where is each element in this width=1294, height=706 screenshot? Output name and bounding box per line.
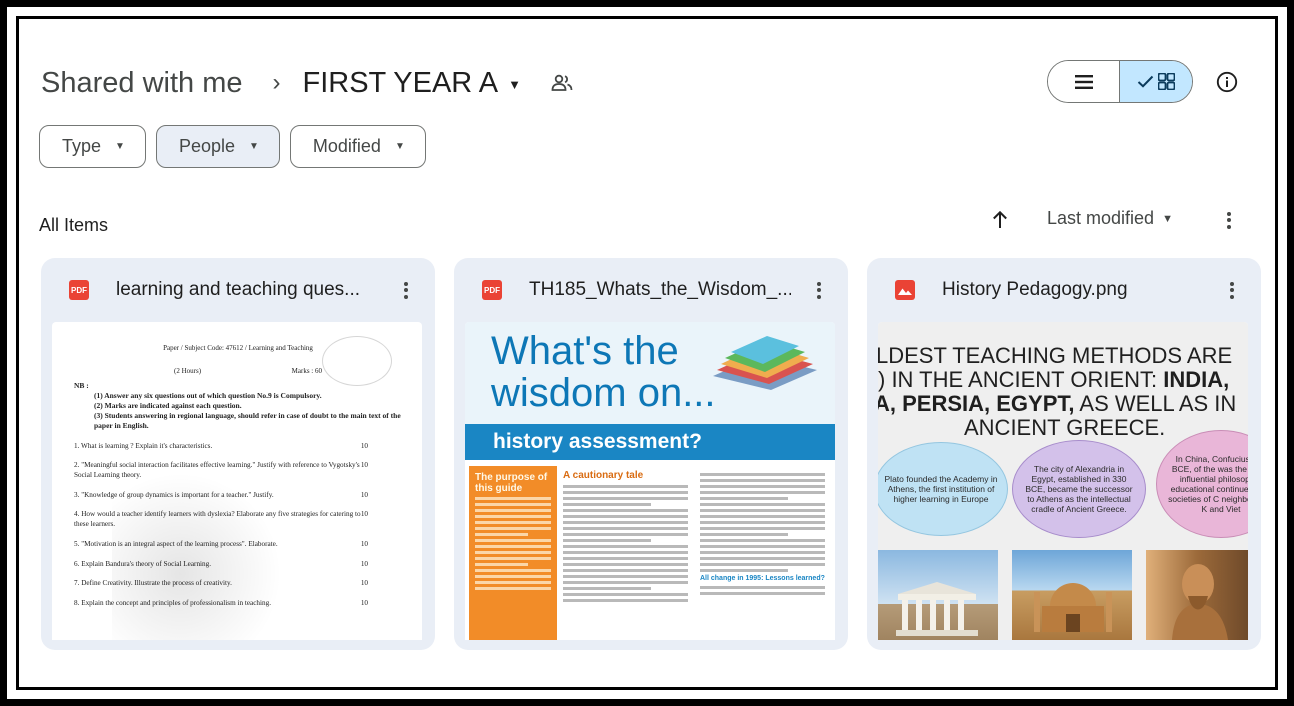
pdf-icon: PDF [482,280,502,300]
pdf-icon: PDF [69,280,89,300]
list-view-button[interactable] [1048,61,1120,102]
filter-chips: Type ▼ People ▼ Modified ▼ [39,125,426,168]
grid-icon [1158,73,1175,90]
view-toggle [1047,60,1193,103]
caret-down-icon: ▼ [1162,212,1173,225]
purpose-sidebar: The purpose of this guide [469,466,557,640]
more-vert-icon [1227,209,1231,231]
section-title: All Items [39,215,109,235]
scan-shadow [112,472,282,640]
list-icon [1074,74,1093,89]
question-row: 1. What is learning ? Explain it's chara… [74,441,368,450]
file-name: TH185_Whats_the_Wisdom_... [529,279,791,300]
instruction-item: (2) Marks are indicated against each que… [94,401,242,411]
file-card-header: PDF TH185_Whats_the_Wisdom_... [454,258,848,322]
filter-people-label: People [178,136,235,156]
breadcrumb-current-folder[interactable]: FIRST YEAR A ▼ [303,67,521,100]
nb-label: NB : [74,380,89,390]
text-column: A cautionary tale [557,466,694,640]
instruction-item: (3) Students answering in regional langu… [94,411,401,431]
breadcrumb: Shared with me › FIRST YEAR A ▼ [41,63,573,103]
file-card[interactable]: PDF learning and teaching ques... Paper … [41,258,435,650]
instructions: NB : (1) Answer any six questions out of… [74,381,402,432]
breadcrumb-separator: › [272,69,281,96]
booklet-band: history assessment? [465,424,835,460]
bust-illustration [1172,564,1228,640]
caret-down-icon: ▼ [394,141,405,152]
file-thumbnail[interactable]: LDEST TEACHING METHODS ARE ) IN THE ANCI… [878,322,1248,640]
arrow-up-icon [993,211,1007,228]
books-illustration [713,336,817,390]
file-card-header: PDF learning and teaching ques... [41,258,435,322]
caret-down-icon: ▼ [115,141,125,152]
more-vert-icon [404,279,408,301]
alexandria-bubble: The city of Alexandria in Egypt, establi… [1012,440,1146,538]
sort-by-label: Last modified [1047,208,1155,228]
image-preview: LDEST TEACHING METHODS ARE ) IN THE ANCI… [878,322,1248,640]
file-more-button[interactable] [1227,279,1237,301]
booklet-body: The purpose of this guide A cautionary t… [465,466,835,640]
file-thumbnail[interactable]: Paper / Subject Code: 47612 / Learning a… [52,322,422,640]
more-vert-icon [1230,279,1234,301]
filter-people[interactable]: People ▼ [155,125,280,168]
caret-down-icon: ▼ [249,141,259,152]
booklet-cover: What's the wisdom on... [465,322,835,424]
filter-type-label: Type [62,136,102,156]
file-card[interactable]: History Pedagogy.png LDEST TEACHING METH… [867,258,1261,650]
grid-view-button[interactable] [1120,61,1192,102]
file-name: learning and teaching ques... [116,279,361,300]
filter-modified-label: Modified [312,136,381,156]
booklet-title: What's the wisdom on... [491,329,716,415]
check-icon [1137,75,1154,88]
library-illustration [1034,583,1112,632]
shared-people-icon[interactable] [551,74,573,92]
column-heading: A cautionary tale [563,470,644,481]
paper-marks: Marks : 60 [291,367,322,376]
image-heading: LDEST TEACHING METHODS ARE ) IN THE ANCI… [878,343,1237,440]
info-icon [1216,71,1238,93]
folder-title: FIRST YEAR A [302,66,499,99]
file-name: History Pedagogy.png [942,279,1128,300]
plato-bubble: Plato founded the Academy in Athens, the… [878,442,1008,536]
file-thumbnail[interactable]: What's the wisdom on... history assessme… [465,322,835,640]
more-options-button[interactable] [1219,207,1239,233]
sort-direction-button[interactable] [989,208,1011,232]
more-vert-icon [817,279,821,301]
image-file-icon [895,280,915,300]
lower-heading: All change in 1995: Lessons learned? [700,575,825,582]
breadcrumb-shared-with-me[interactable]: Shared with me [41,67,243,100]
instruction-item: (1) Answer any six questions out of whic… [94,391,322,400]
china-bubble: In China, Confucius 479 BCE, of the was … [1156,430,1248,538]
file-card[interactable]: PDF TH185_Whats_the_Wisdom_... What's th… [454,258,848,650]
purpose-heading: The purpose of this guide [475,472,548,494]
paper-hours: (2 Hours) [174,367,202,376]
info-button[interactable] [1213,68,1241,96]
file-more-button[interactable] [401,279,411,301]
caret-down-icon: ▼ [508,76,521,92]
file-more-button[interactable] [814,279,824,301]
temple-illustration [896,582,978,636]
file-card-header: History Pedagogy.png [867,258,1261,322]
filter-modified[interactable]: Modified ▼ [289,125,426,168]
sort-by-dropdown[interactable]: Last modified ▼ [1047,208,1173,229]
filter-type[interactable]: Type ▼ [39,125,146,168]
drive-window: Shared with me › FIRST YEAR A ▼ Type ▼ P… [16,16,1278,690]
scribble-mark [322,336,392,386]
text-column: All change in 1995: Lessons learned? [694,466,831,640]
